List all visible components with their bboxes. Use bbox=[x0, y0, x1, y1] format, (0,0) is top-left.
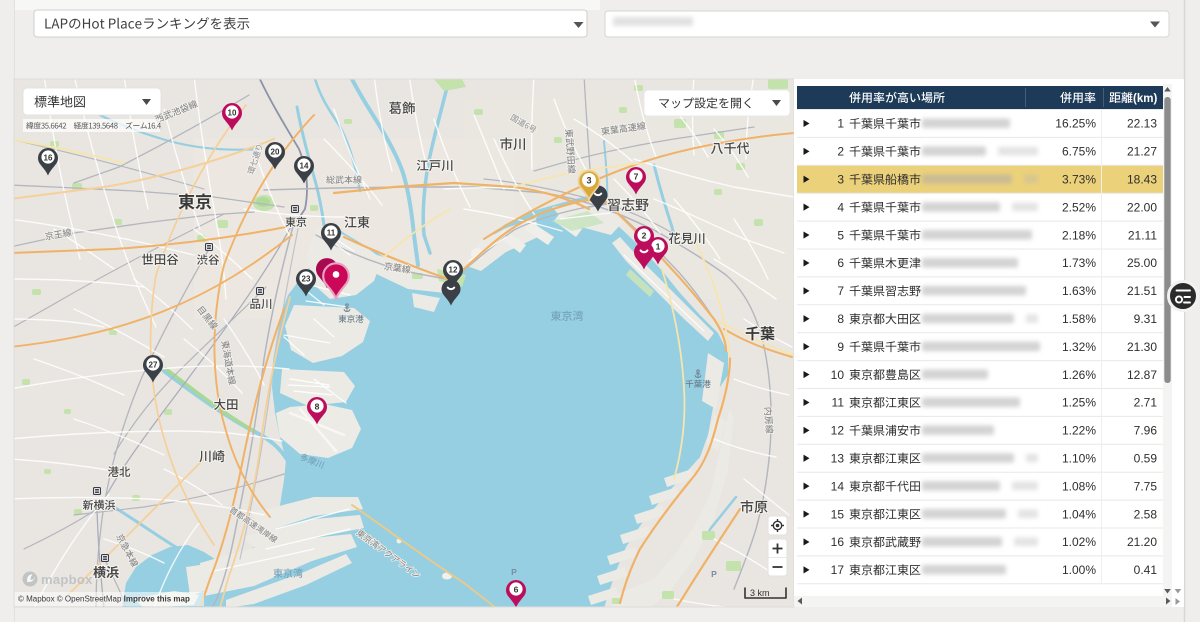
svg-text:17: 17 bbox=[831, 563, 845, 577]
svg-text:4: 4 bbox=[837, 200, 844, 214]
svg-text:P: P bbox=[511, 567, 517, 577]
svg-text:2.18%: 2.18% bbox=[1062, 228, 1096, 242]
svg-text:21.27: 21.27 bbox=[1127, 145, 1157, 159]
svg-text:1.63%: 1.63% bbox=[1062, 284, 1096, 298]
svg-text:25.00: 25.00 bbox=[1127, 256, 1157, 270]
svg-text:8: 8 bbox=[837, 312, 844, 326]
svg-text:1.26%: 1.26% bbox=[1062, 368, 1096, 382]
svg-text:13: 13 bbox=[831, 451, 845, 465]
svg-text:1.73%: 1.73% bbox=[1062, 256, 1096, 270]
svg-text:2: 2 bbox=[642, 230, 647, 240]
svg-text:12.87: 12.87 bbox=[1127, 368, 1157, 382]
svg-text:20: 20 bbox=[271, 147, 280, 156]
svg-text:2: 2 bbox=[837, 145, 844, 159]
svg-text:22.13: 22.13 bbox=[1127, 117, 1157, 131]
svg-text:16: 16 bbox=[831, 535, 845, 549]
svg-text:3.73%: 3.73% bbox=[1062, 172, 1096, 186]
svg-text:27: 27 bbox=[149, 360, 158, 369]
svg-text:6: 6 bbox=[837, 256, 844, 270]
svg-text:6: 6 bbox=[514, 584, 519, 594]
svg-text:0.41: 0.41 bbox=[1134, 563, 1158, 577]
svg-text:10: 10 bbox=[228, 108, 237, 117]
svg-text:22.00: 22.00 bbox=[1127, 200, 1157, 214]
svg-text:0.59: 0.59 bbox=[1134, 451, 1158, 465]
svg-text:mapbox: mapbox bbox=[41, 572, 93, 587]
svg-text:2.58: 2.58 bbox=[1134, 507, 1158, 521]
svg-text:3 km: 3 km bbox=[750, 588, 770, 598]
svg-text:2.52%: 2.52% bbox=[1062, 200, 1096, 214]
svg-text:1.04%: 1.04% bbox=[1062, 507, 1096, 521]
svg-text:1.08%: 1.08% bbox=[1062, 479, 1096, 493]
svg-text:2.71: 2.71 bbox=[1134, 396, 1158, 410]
svg-text:3: 3 bbox=[837, 172, 844, 186]
svg-text:1: 1 bbox=[837, 117, 844, 131]
svg-text:7.96: 7.96 bbox=[1134, 424, 1158, 438]
svg-text:1: 1 bbox=[656, 241, 661, 251]
svg-text:21.11: 21.11 bbox=[1128, 228, 1157, 242]
svg-text:1.10%: 1.10% bbox=[1062, 451, 1096, 465]
svg-text:1.22%: 1.22% bbox=[1062, 424, 1096, 438]
svg-text:© Mapbox © OpenStreetMap Impro: © Mapbox © OpenStreetMap Improve this ma… bbox=[18, 595, 190, 604]
svg-text:21.30: 21.30 bbox=[1127, 340, 1157, 354]
svg-text:12: 12 bbox=[831, 424, 845, 438]
svg-text:(km): (km) bbox=[1133, 93, 1157, 105]
svg-text:1.25%: 1.25% bbox=[1062, 396, 1096, 410]
svg-text:18.43: 18.43 bbox=[1127, 172, 1157, 186]
svg-text:11: 11 bbox=[327, 228, 336, 237]
svg-text:1.58%: 1.58% bbox=[1062, 312, 1096, 326]
svg-text:8: 8 bbox=[315, 401, 320, 411]
svg-text:21.20: 21.20 bbox=[1127, 535, 1157, 549]
svg-text:14: 14 bbox=[831, 479, 845, 493]
svg-text:23: 23 bbox=[302, 274, 311, 283]
svg-text:5: 5 bbox=[837, 228, 844, 242]
svg-text:1.32%: 1.32% bbox=[1062, 340, 1096, 354]
svg-text:21.51: 21.51 bbox=[1127, 284, 1157, 298]
svg-text:7: 7 bbox=[837, 284, 844, 298]
svg-text:16: 16 bbox=[44, 153, 53, 162]
svg-text:14: 14 bbox=[300, 161, 309, 170]
svg-text:11: 11 bbox=[832, 396, 845, 410]
svg-text:1.00%: 1.00% bbox=[1062, 563, 1096, 577]
svg-text:10: 10 bbox=[831, 368, 845, 382]
svg-text:15: 15 bbox=[831, 507, 845, 521]
svg-text:16.25%: 16.25% bbox=[1055, 117, 1096, 131]
svg-text:6.75%: 6.75% bbox=[1062, 145, 1096, 159]
svg-text:3: 3 bbox=[586, 175, 591, 185]
svg-text:1.02%: 1.02% bbox=[1062, 535, 1096, 549]
svg-text:7: 7 bbox=[634, 171, 639, 181]
svg-text:12: 12 bbox=[449, 265, 458, 274]
svg-text:9: 9 bbox=[837, 340, 844, 354]
svg-text:9.31: 9.31 bbox=[1134, 312, 1158, 326]
svg-text:7.75: 7.75 bbox=[1134, 479, 1158, 493]
svg-text:P: P bbox=[711, 569, 717, 579]
